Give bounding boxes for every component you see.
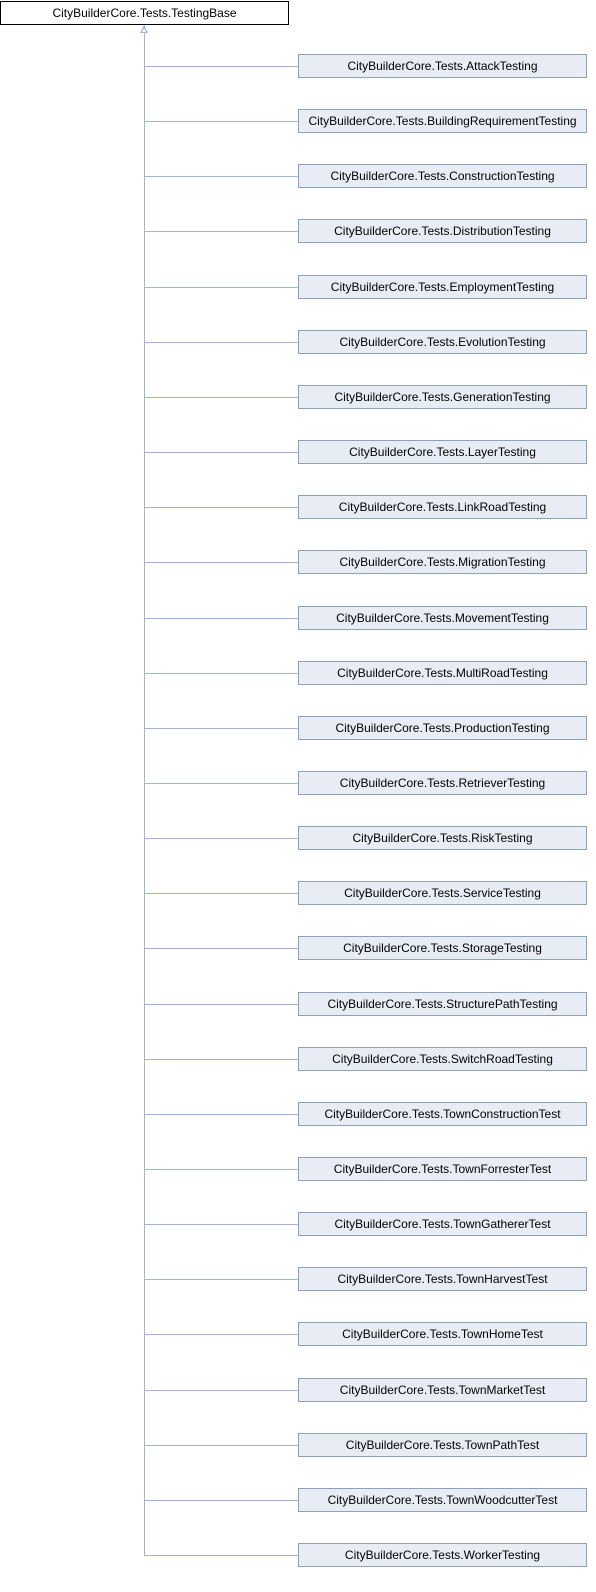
derived-class-node[interactable]: CityBuilderCore.Tests.TownForresterTest xyxy=(298,1157,587,1181)
inheritance-branch-line xyxy=(145,1279,298,1280)
inheritance-branch-line xyxy=(145,287,298,288)
derived-class-node[interactable]: CityBuilderCore.Tests.ProductionTesting xyxy=(298,716,587,740)
derived-class-node[interactable]: CityBuilderCore.Tests.RetrieverTesting xyxy=(298,771,587,795)
inheritance-branch-line xyxy=(145,1334,298,1335)
derived-class-node[interactable]: CityBuilderCore.Tests.StorageTesting xyxy=(298,936,587,960)
derived-class-node[interactable]: CityBuilderCore.Tests.TownHomeTest xyxy=(298,1322,587,1346)
inheritance-branch-line xyxy=(145,783,298,784)
inheritance-branch-line xyxy=(145,1004,298,1005)
derived-class-node[interactable]: CityBuilderCore.Tests.RiskTesting xyxy=(298,826,587,850)
derived-class-node[interactable]: CityBuilderCore.Tests.GenerationTesting xyxy=(298,385,587,409)
derived-class-node[interactable]: CityBuilderCore.Tests.DistributionTestin… xyxy=(298,219,587,243)
derived-class-node[interactable]: CityBuilderCore.Tests.StructurePathTesti… xyxy=(298,992,587,1016)
inheritance-branch-line xyxy=(145,838,298,839)
inheritance-trunk-line xyxy=(144,25,145,1556)
derived-class-node[interactable]: CityBuilderCore.Tests.TownHarvestTest xyxy=(298,1267,587,1291)
inheritance-branch-line xyxy=(145,562,298,563)
derived-class-node[interactable]: CityBuilderCore.Tests.TownWoodcutterTest xyxy=(298,1488,587,1512)
inheritance-branch-line xyxy=(145,948,298,949)
derived-class-node[interactable]: CityBuilderCore.Tests.ConstructionTestin… xyxy=(298,164,587,188)
derived-class-node[interactable]: CityBuilderCore.Tests.EmploymentTesting xyxy=(298,275,587,299)
derived-class-node[interactable]: CityBuilderCore.Tests.TownMarketTest xyxy=(298,1378,587,1402)
inheritance-branch-line xyxy=(145,231,298,232)
inheritance-branch-line xyxy=(145,1390,298,1391)
inheritance-branch-line xyxy=(145,507,298,508)
derived-class-node[interactable]: CityBuilderCore.Tests.TownConstructionTe… xyxy=(298,1102,587,1126)
inheritance-branch-line xyxy=(145,1445,298,1446)
inheritance-branch-line xyxy=(145,728,298,729)
inheritance-branch-line xyxy=(145,1059,298,1060)
inheritance-branch-line xyxy=(145,452,298,453)
derived-class-node[interactable]: CityBuilderCore.Tests.LayerTesting xyxy=(298,440,587,464)
inheritance-branch-line xyxy=(145,342,298,343)
inheritance-branch-line xyxy=(145,1500,298,1501)
inheritance-branch-line xyxy=(145,1224,298,1225)
inheritance-arrow-inner xyxy=(142,28,146,32)
inheritance-branch-line xyxy=(145,397,298,398)
derived-class-node[interactable]: CityBuilderCore.Tests.MigrationTesting xyxy=(298,550,587,574)
inheritance-branch-line xyxy=(145,176,298,177)
derived-class-node[interactable]: CityBuilderCore.Tests.MultiRoadTesting xyxy=(298,661,587,685)
base-class-node[interactable]: CityBuilderCore.Tests.TestingBase xyxy=(0,1,289,25)
derived-class-node[interactable]: CityBuilderCore.Tests.TownGathererTest xyxy=(298,1212,587,1236)
inheritance-branch-line xyxy=(145,66,298,67)
inheritance-branch-line xyxy=(145,673,298,674)
derived-class-node[interactable]: CityBuilderCore.Tests.EvolutionTesting xyxy=(298,330,587,354)
derived-class-node[interactable]: CityBuilderCore.Tests.WorkerTesting xyxy=(298,1543,587,1567)
derived-class-node[interactable]: CityBuilderCore.Tests.AttackTesting xyxy=(298,54,587,78)
inheritance-branch-line xyxy=(145,618,298,619)
class-inheritance-diagram: CityBuilderCore.Tests.TestingBase CityBu… xyxy=(0,0,596,1592)
inheritance-branch-line xyxy=(145,121,298,122)
derived-class-node[interactable]: CityBuilderCore.Tests.MovementTesting xyxy=(298,606,587,630)
inheritance-branch-line xyxy=(145,1555,298,1556)
derived-class-node[interactable]: CityBuilderCore.Tests.LinkRoadTesting xyxy=(298,495,587,519)
derived-class-node[interactable]: CityBuilderCore.Tests.ServiceTesting xyxy=(298,881,587,905)
derived-class-node[interactable]: CityBuilderCore.Tests.TownPathTest xyxy=(298,1433,587,1457)
inheritance-branch-line xyxy=(145,1114,298,1115)
inheritance-branch-line xyxy=(145,893,298,894)
derived-class-node[interactable]: CityBuilderCore.Tests.SwitchRoadTesting xyxy=(298,1047,587,1071)
derived-class-node[interactable]: CityBuilderCore.Tests.BuildingRequiremen… xyxy=(298,109,587,133)
inheritance-branch-line xyxy=(145,1169,298,1170)
